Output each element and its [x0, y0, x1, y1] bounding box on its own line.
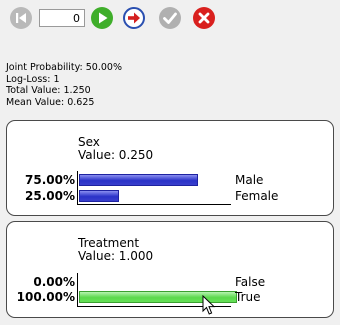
- node-value: Value: 0.250: [78, 148, 154, 162]
- arrow-right-icon: [128, 12, 140, 24]
- joint-probability-text: Joint Probability: 50.00%: [6, 62, 122, 73]
- mean-value-text: Mean Value: 0.625: [6, 96, 95, 108]
- state-percent: 25.00%: [25, 189, 75, 203]
- bar-axis: [77, 273, 78, 307]
- step-counter-input[interactable]: 0: [39, 9, 85, 27]
- log-loss-text: Log-Loss: 1: [6, 73, 60, 85]
- state-percent: 75.00%: [25, 173, 75, 187]
- checkmark-icon: [163, 12, 177, 24]
- play-button[interactable]: [91, 7, 113, 29]
- state-label: Male: [235, 173, 264, 187]
- state-label: False: [235, 275, 266, 289]
- stats-panel: Joint Probability: 50.00% Log-Loss: 1 To…: [6, 62, 122, 108]
- next-button[interactable]: [123, 7, 145, 29]
- state-percent: 0.00%: [33, 275, 75, 289]
- bar-baseline: [77, 204, 231, 205]
- first-button[interactable]: [10, 7, 32, 29]
- skip-to-start-icon: [16, 13, 26, 23]
- state-bar[interactable]: [79, 174, 198, 186]
- total-value-text: Total Value: 1.250: [6, 85, 91, 96]
- toolbar: 0: [0, 0, 340, 36]
- check-button[interactable]: [159, 7, 181, 29]
- play-icon: [99, 12, 108, 24]
- bar-axis: [77, 171, 78, 205]
- state-label: Female: [235, 189, 279, 203]
- mouse-cursor-icon: [202, 294, 216, 321]
- state-percent: 100.00%: [16, 290, 75, 304]
- state-label: True: [235, 290, 261, 304]
- node-value: Value: 1.000: [78, 249, 154, 263]
- close-icon: [198, 12, 210, 24]
- node-panel-sex[interactable]: Sex Value: 0.250 75.00% Male 25.00% Fema…: [6, 120, 334, 216]
- node-panel-treatment[interactable]: Treatment Value: 1.000 0.00% False 100.0…: [6, 221, 334, 318]
- state-bar[interactable]: [79, 190, 119, 202]
- stop-button[interactable]: [193, 7, 215, 29]
